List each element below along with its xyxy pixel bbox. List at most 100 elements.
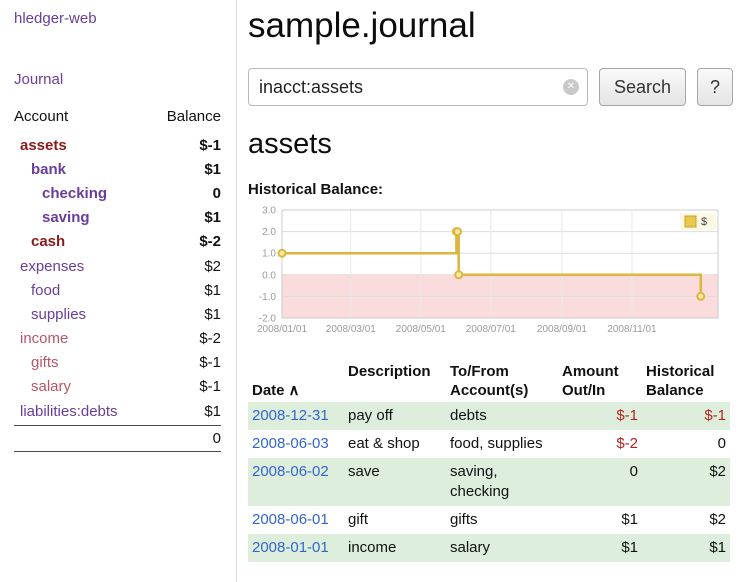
txn-accounts: debts [446,402,558,430]
account-row: food $1 [14,278,221,302]
svg-text:0.0: 0.0 [262,270,276,281]
chart-plot-area: $ [279,210,719,318]
legend-swatch-icon [685,216,696,227]
txn-balance: $1 [642,534,730,562]
account-link-checking[interactable]: checking [14,185,107,202]
search-clear-icon[interactable]: ✕ [563,79,579,95]
svg-text:2008/05/01: 2008/05/01 [396,324,446,335]
register-table: Date∧ Description To/From Account(s) Amo… [248,360,730,562]
chart-legend: $ [680,213,716,230]
account-row: liabilities:debts $1 [14,399,221,423]
txn-amount: $-1 [558,402,642,430]
balance-column-header: Balance [167,108,221,125]
svg-text:3.0: 3.0 [262,206,276,217]
register-row: 2008-06-01 gift gifts $1 $2 [248,506,730,534]
txn-date-link[interactable]: 2008-06-02 [252,463,329,480]
txn-date-link[interactable]: 2008-06-03 [252,435,329,452]
account-balance: $-1 [199,354,221,371]
account-link-food[interactable]: food [14,282,60,299]
historical-balance-chart: 3.02.01.00.0-1.0-2.0 2008/01/012008/03/0… [248,204,730,342]
accounts-total: 0 [14,425,221,452]
txn-date-link[interactable]: 2008-01-01 [252,539,329,556]
account-link-bank[interactable]: bank [14,161,66,178]
svg-text:2008/07/01: 2008/07/01 [466,324,516,335]
txn-accounts: salary [446,534,558,562]
chart-x-axis-labels: 2008/01/01 2008/03/01 2008/05/01 2008/07/01… [257,324,657,335]
account-balance: $-2 [199,233,221,250]
amount-column-header: Amount Out/In [558,360,642,402]
accounts-table: Account Balance assets $-1 bank $1 check… [14,108,221,452]
svg-text:2008/11/01: 2008/11/01 [607,324,657,335]
page-title: sample.journal [248,6,742,46]
account-column-header: To/From Account(s) [446,360,558,402]
svg-text:-1.0: -1.0 [259,292,277,303]
account-balance: $2 [204,258,221,275]
txn-description: gift [344,506,446,534]
account-row: checking 0 [14,181,221,205]
account-link-saving[interactable]: saving [14,209,90,226]
chart-title: Historical Balance: [248,181,742,198]
main-content: sample.journal ✕ Search ? assets Histori… [248,0,742,562]
account-link-liabilities-debts[interactable]: liabilities:debts [14,403,118,420]
txn-date-link[interactable]: 2008-12-31 [252,407,329,424]
txn-amount: $1 [558,534,642,562]
account-link-income[interactable]: income [14,330,68,347]
app-title-link[interactable]: hledger-web [14,10,221,27]
search-bar: ✕ Search ? [248,68,742,106]
account-balance: $-1 [199,137,221,154]
sidebar-item-journal[interactable]: Journal [14,71,221,88]
account-row: expenses $2 [14,254,221,278]
txn-amount: 0 [558,458,642,506]
account-link-cash[interactable]: cash [14,233,65,250]
account-link-gifts[interactable]: gifts [14,354,59,371]
account-balance: $1 [204,161,221,178]
hledger-web-page: { "colors": { "link_purple": "#6a3d9a", … [0,0,742,582]
register-header-row: Date∧ Description To/From Account(s) Amo… [248,360,730,402]
svg-text:2008/09/01: 2008/09/01 [537,324,587,335]
svg-text:2008/01/01: 2008/01/01 [257,324,307,335]
svg-text:-2.0: -2.0 [259,314,277,325]
account-row: supplies $1 [14,302,221,326]
search-box: ✕ [248,68,588,106]
txn-accounts: saving, checking [446,458,558,506]
txn-accounts: food, supplies [446,430,558,458]
account-column-header: Account [14,108,68,125]
register-row: 2008-06-02 save saving, checking 0 $2 [248,458,730,506]
account-balance: $1 [204,282,221,299]
account-link-supplies[interactable]: supplies [14,306,86,323]
search-button[interactable]: Search [599,68,686,106]
account-row: saving $1 [14,206,221,230]
txn-amount: $-2 [558,430,642,458]
svg-text:2008/03/01: 2008/03/01 [326,324,376,335]
svg-text:1.0: 1.0 [262,249,276,260]
account-row: bank $1 [14,157,221,181]
account-link-salary[interactable]: salary [14,378,71,395]
account-link-assets[interactable]: assets [14,137,67,154]
description-column-header: Description [344,360,446,402]
txn-description: income [344,534,446,562]
account-row: assets $-1 [14,133,221,157]
help-button[interactable]: ? [697,68,733,106]
register-row: 2008-06-03 eat & shop food, supplies $-2… [248,430,730,458]
txn-description: save [344,458,446,506]
register-row: 2008-01-01 income salary $1 $1 [248,534,730,562]
account-row: cash $-2 [14,230,221,254]
account-balance: $1 [204,306,221,323]
search-input[interactable] [248,68,588,106]
sort-ascending-icon: ∧ [289,382,300,399]
txn-balance: $2 [642,458,730,506]
account-balance: $-1 [199,378,221,395]
account-heading: assets [248,128,742,161]
txn-description: pay off [344,402,446,430]
account-balance: $1 [204,403,221,420]
legend-label: $ [701,216,707,228]
date-column-header[interactable]: Date∧ [248,360,344,402]
txn-date-link[interactable]: 2008-06-01 [252,511,329,528]
account-link-expenses[interactable]: expenses [14,258,84,275]
account-row: gifts $-1 [14,351,221,375]
account-balance: $1 [204,209,221,226]
account-balance: 0 [213,185,221,202]
account-row: salary $-1 [14,375,221,399]
txn-balance: 0 [642,430,730,458]
txn-amount: $1 [558,506,642,534]
